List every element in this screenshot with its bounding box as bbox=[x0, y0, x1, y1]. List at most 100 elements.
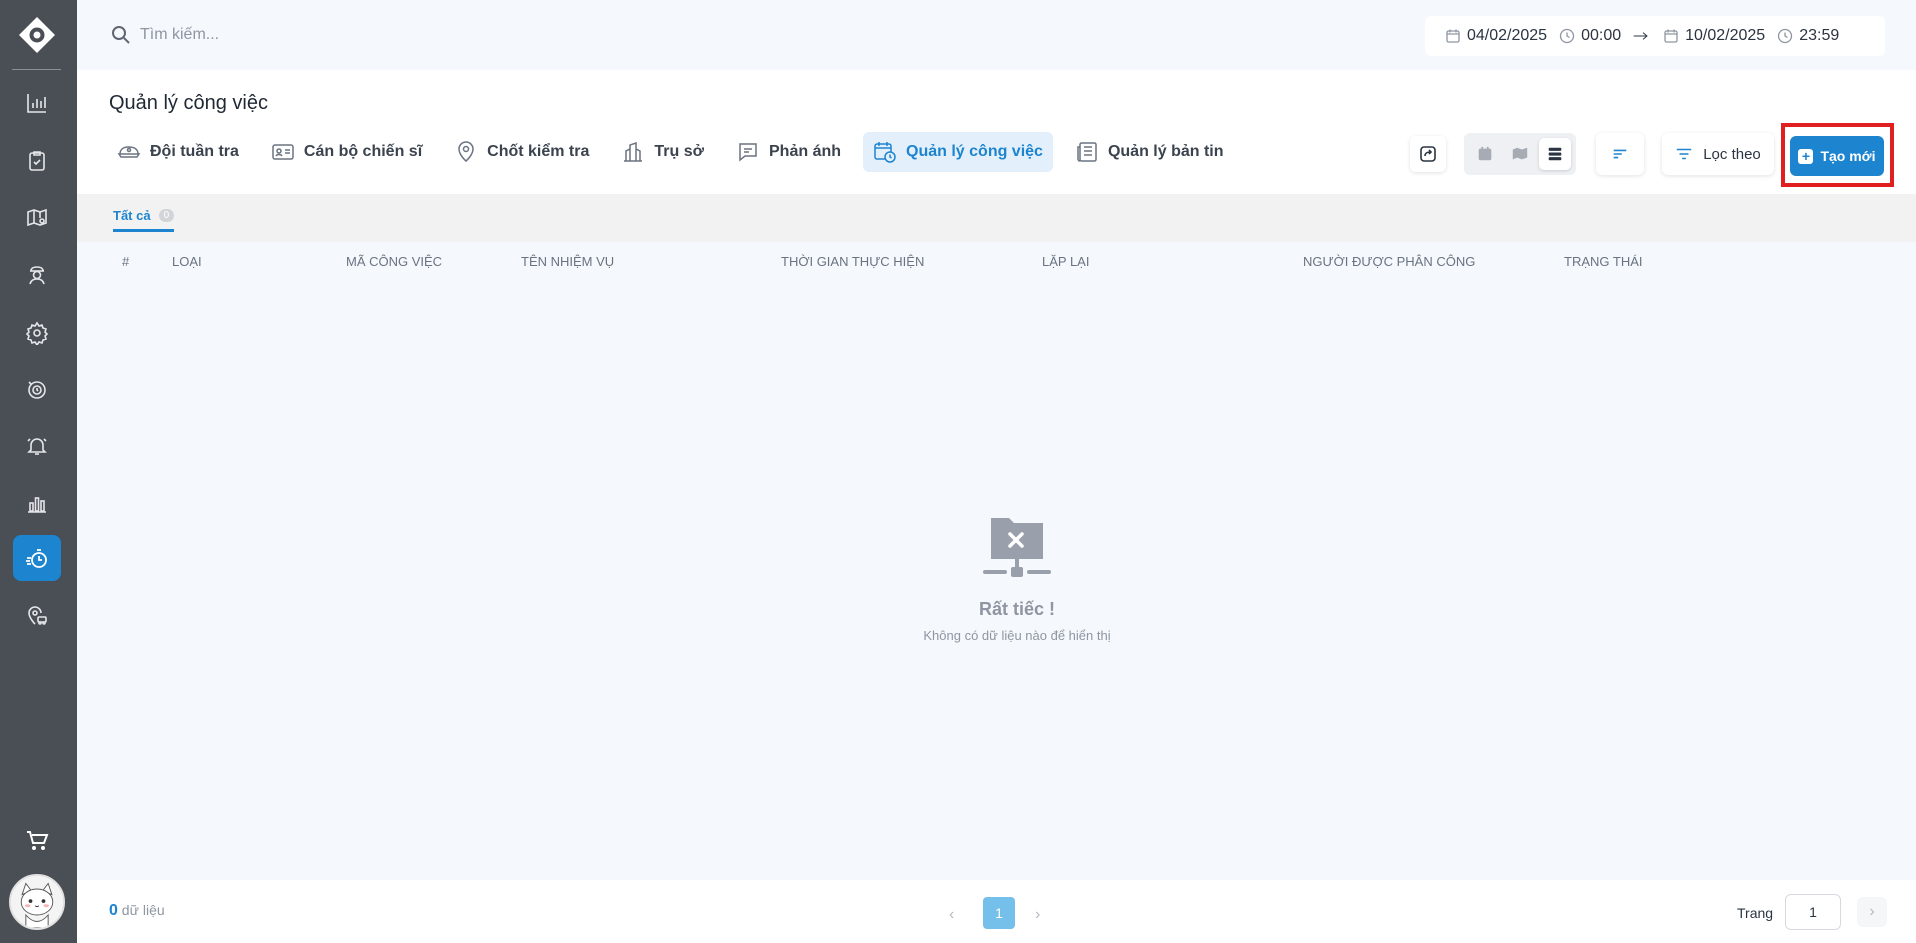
filter-icon bbox=[1677, 148, 1692, 160]
view-mode-toggle bbox=[1464, 133, 1576, 175]
share-export-icon bbox=[1420, 146, 1436, 162]
arrow-right-icon bbox=[1633, 32, 1648, 40]
sidebar-item-dashboard[interactable] bbox=[13, 80, 61, 126]
main-panel: Quản lý công việc Đội tuần tra Cán bộ ch… bbox=[77, 70, 1916, 943]
prev-page-icon[interactable]: ‹ bbox=[949, 906, 963, 923]
page-label: Trang bbox=[1737, 905, 1774, 921]
date-range-picker[interactable]: 04/02/2025 00:00 10/02/2025 23:59 bbox=[1425, 16, 1885, 56]
pagination: ‹ 1 › bbox=[949, 897, 1049, 929]
location-vehicle-icon bbox=[28, 606, 47, 625]
page-go-next-button[interactable]: › bbox=[1857, 897, 1887, 927]
empty-message: Không có dữ liệu nào để hiển thị bbox=[923, 628, 1111, 643]
officer-icon bbox=[29, 266, 45, 285]
start-date[interactable]: 04/02/2025 bbox=[1445, 27, 1547, 45]
clock-icon bbox=[1778, 28, 1793, 44]
sidebar-item-alerts[interactable] bbox=[13, 423, 61, 469]
next-page-icon[interactable]: › bbox=[1035, 906, 1049, 923]
tab-officers[interactable]: Cán bộ chiến sĩ bbox=[261, 132, 432, 172]
sort-button[interactable] bbox=[1596, 133, 1644, 175]
tab-news-management[interactable]: Quản lý bản tin bbox=[1065, 132, 1234, 172]
sidebar-item-tasks[interactable] bbox=[13, 138, 61, 184]
clock-icon bbox=[1559, 28, 1575, 44]
column-header: Loại bbox=[172, 254, 202, 269]
app-logo-icon[interactable] bbox=[18, 16, 56, 54]
highlight-box bbox=[1781, 123, 1894, 187]
search-icon bbox=[112, 26, 130, 44]
filter-button[interactable]: Lọc theo bbox=[1662, 133, 1774, 175]
tab-checkpoints[interactable]: Chốt kiểm tra bbox=[444, 132, 599, 172]
column-header: Lặp lại bbox=[1042, 254, 1090, 269]
id-card-icon bbox=[272, 144, 294, 160]
sidebar-item-officers[interactable] bbox=[13, 252, 61, 298]
timer-task-icon bbox=[26, 549, 47, 568]
patrol-cap-icon bbox=[117, 146, 141, 158]
view-list-button[interactable] bbox=[1538, 138, 1571, 170]
status-tabs: Tất cả 0 bbox=[77, 194, 1916, 242]
map-pin-icon bbox=[27, 208, 47, 227]
start-time-value: 00:00 bbox=[1581, 27, 1622, 44]
empty-state: Rất tiếc ! Không có dữ liệu nào để hiển … bbox=[897, 510, 1137, 643]
start-time[interactable]: 00:00 bbox=[1559, 27, 1621, 45]
sidebar-item-history[interactable] bbox=[13, 366, 61, 412]
status-count-badge: 0 bbox=[158, 209, 175, 222]
page-input[interactable] bbox=[1785, 894, 1841, 930]
view-calendar-button[interactable] bbox=[1469, 138, 1501, 170]
bell-alarm-icon bbox=[27, 438, 47, 455]
tab-patrol-team[interactable]: Đội tuần tra bbox=[107, 132, 249, 172]
sidebar-item-map[interactable] bbox=[13, 195, 61, 241]
location-pin-icon bbox=[458, 141, 474, 162]
column-header: Mã công việc bbox=[346, 254, 443, 269]
column-header: Trạng thái bbox=[1564, 254, 1643, 269]
view-map-button[interactable] bbox=[1504, 138, 1536, 170]
table-body: Rất tiếc ! Không có dữ liệu nào để hiển … bbox=[77, 280, 1916, 880]
end-time[interactable]: 23:59 bbox=[1777, 27, 1839, 45]
sort-icon bbox=[1613, 149, 1627, 159]
total-count: 0 dữ liệu bbox=[109, 902, 165, 919]
calendar-icon bbox=[1479, 146, 1492, 161]
column-header: Người được phân công bbox=[1303, 254, 1476, 269]
tab-headquarters[interactable]: Trụ sở bbox=[611, 132, 714, 172]
end-date[interactable]: 10/02/2025 bbox=[1663, 27, 1765, 45]
building-icon bbox=[624, 141, 643, 162]
tab-task-management[interactable]: Quản lý công việc bbox=[863, 132, 1053, 172]
clock-history-icon bbox=[28, 381, 46, 399]
export-button[interactable] bbox=[1410, 136, 1446, 172]
avatar[interactable] bbox=[9, 874, 65, 930]
table-header: # Loại Mã công việc Tên nhiệm vụ Thời gi… bbox=[77, 242, 1916, 280]
tab-feedback[interactable]: Phản ánh bbox=[726, 132, 851, 172]
map-icon bbox=[1512, 147, 1528, 160]
clipboard-check-icon bbox=[29, 151, 45, 171]
chat-bubble-icon bbox=[739, 143, 757, 162]
end-date-value: 10/02/2025 bbox=[1685, 27, 1766, 44]
bar-chart-icon bbox=[27, 94, 46, 113]
sidebar-item-cart[interactable] bbox=[13, 818, 61, 864]
stats-bars-icon bbox=[28, 497, 46, 513]
start-date-value: 04/02/2025 bbox=[1467, 27, 1548, 44]
search-input[interactable] bbox=[140, 20, 640, 50]
calendar-clock-icon bbox=[874, 142, 896, 163]
cat-avatar-icon bbox=[11, 876, 63, 928]
status-tab-all[interactable]: Tất cả 0 bbox=[113, 208, 175, 232]
empty-title: Rất tiếc ! bbox=[978, 599, 1056, 619]
sidebar-item-task-management[interactable] bbox=[13, 535, 61, 581]
sidebar-divider bbox=[12, 69, 61, 70]
sidebar bbox=[0, 0, 77, 943]
column-header: Thời gian thực hiện bbox=[781, 254, 925, 269]
cart-icon bbox=[27, 831, 49, 850]
calendar-icon bbox=[1446, 29, 1460, 43]
calendar-icon bbox=[1664, 29, 1678, 43]
gear-icon bbox=[25, 321, 49, 345]
newspaper-icon bbox=[1077, 142, 1097, 162]
end-time-value: 23:59 bbox=[1799, 27, 1840, 44]
column-header: Tên nhiệm vụ bbox=[521, 254, 615, 269]
list-icon bbox=[1548, 147, 1561, 161]
module-tabs: Đội tuần tra Cán bộ chiến sĩ Chốt kiểm t… bbox=[107, 132, 1246, 172]
column-header: # bbox=[122, 254, 130, 269]
sidebar-item-settings[interactable] bbox=[13, 310, 61, 356]
sidebar-item-statistics[interactable] bbox=[13, 480, 61, 526]
page-number[interactable]: 1 bbox=[983, 897, 1015, 929]
table-footer: 0 dữ liệu ‹ 1 › Trang › bbox=[77, 880, 1916, 943]
chevron-right-icon: › bbox=[1869, 903, 1875, 920]
sidebar-item-checkpoint[interactable] bbox=[13, 592, 61, 638]
empty-folder-icon bbox=[983, 518, 1051, 577]
